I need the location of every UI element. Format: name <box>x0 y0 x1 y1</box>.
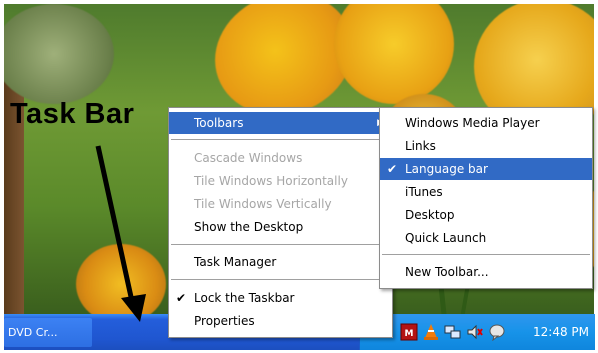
menu-item-label: Lock the Taskbar <box>194 291 295 305</box>
annotation-label: Task Bar <box>10 98 135 130</box>
submenu-item-links[interactable]: Links <box>380 135 592 157</box>
menu-item-label: Toolbars <box>194 116 244 130</box>
volume-icon[interactable] <box>466 323 484 341</box>
clock[interactable]: 12:48 PM <box>533 314 589 350</box>
menu-item-tile-horizontally[interactable]: Tile Windows Horizontally <box>169 170 392 192</box>
cone-icon[interactable] <box>422 323 440 341</box>
menu-separator <box>171 279 390 280</box>
task-button-dvd[interactable]: DVD Cr... <box>4 318 92 347</box>
mcafee-icon[interactable]: M <box>400 323 418 341</box>
submenu-item-quick-launch[interactable]: Quick Launch <box>380 227 592 249</box>
svg-text:M: M <box>405 329 414 339</box>
menu-separator <box>171 244 390 245</box>
menu-item-show-desktop[interactable]: Show the Desktop <box>169 216 392 238</box>
menu-separator <box>382 254 590 255</box>
menu-item-toolbars[interactable]: Toolbars ▶ <box>169 112 392 134</box>
wallpaper-blur <box>4 4 114 104</box>
menu-item-task-manager[interactable]: Task Manager <box>169 251 392 273</box>
check-icon: ✔ <box>176 291 187 305</box>
submenu-item-desktop[interactable]: Desktop <box>380 204 592 226</box>
check-icon: ✔ <box>387 162 398 176</box>
taskbar-context-menu: Toolbars ▶ Cascade Windows Tile Windows … <box>168 107 393 338</box>
menu-separator <box>171 139 390 140</box>
system-tray: M 12:48 PM <box>359 314 595 350</box>
submenu-item-new-toolbar[interactable]: New Toolbar... <box>380 261 592 283</box>
network-icon[interactable] <box>444 323 462 341</box>
wallpaper-flower <box>76 244 166 314</box>
submenu-item-windows-media-player[interactable]: Windows Media Player <box>380 112 592 134</box>
menu-item-tile-vertically[interactable]: Tile Windows Vertically <box>169 193 392 215</box>
toolbars-submenu: Windows Media Player Links ✔ Language ba… <box>379 107 593 289</box>
messenger-icon[interactable] <box>488 323 506 341</box>
wallpaper-flower <box>334 4 454 104</box>
menu-item-lock-taskbar[interactable]: ✔ Lock the Taskbar <box>169 287 392 309</box>
menu-item-label: Language bar <box>405 162 488 176</box>
menu-item-cascade-windows[interactable]: Cascade Windows <box>169 147 392 169</box>
menu-item-properties[interactable]: Properties <box>169 310 392 332</box>
submenu-item-itunes[interactable]: iTunes <box>380 181 592 203</box>
submenu-item-language-bar[interactable]: ✔ Language bar <box>380 158 592 180</box>
